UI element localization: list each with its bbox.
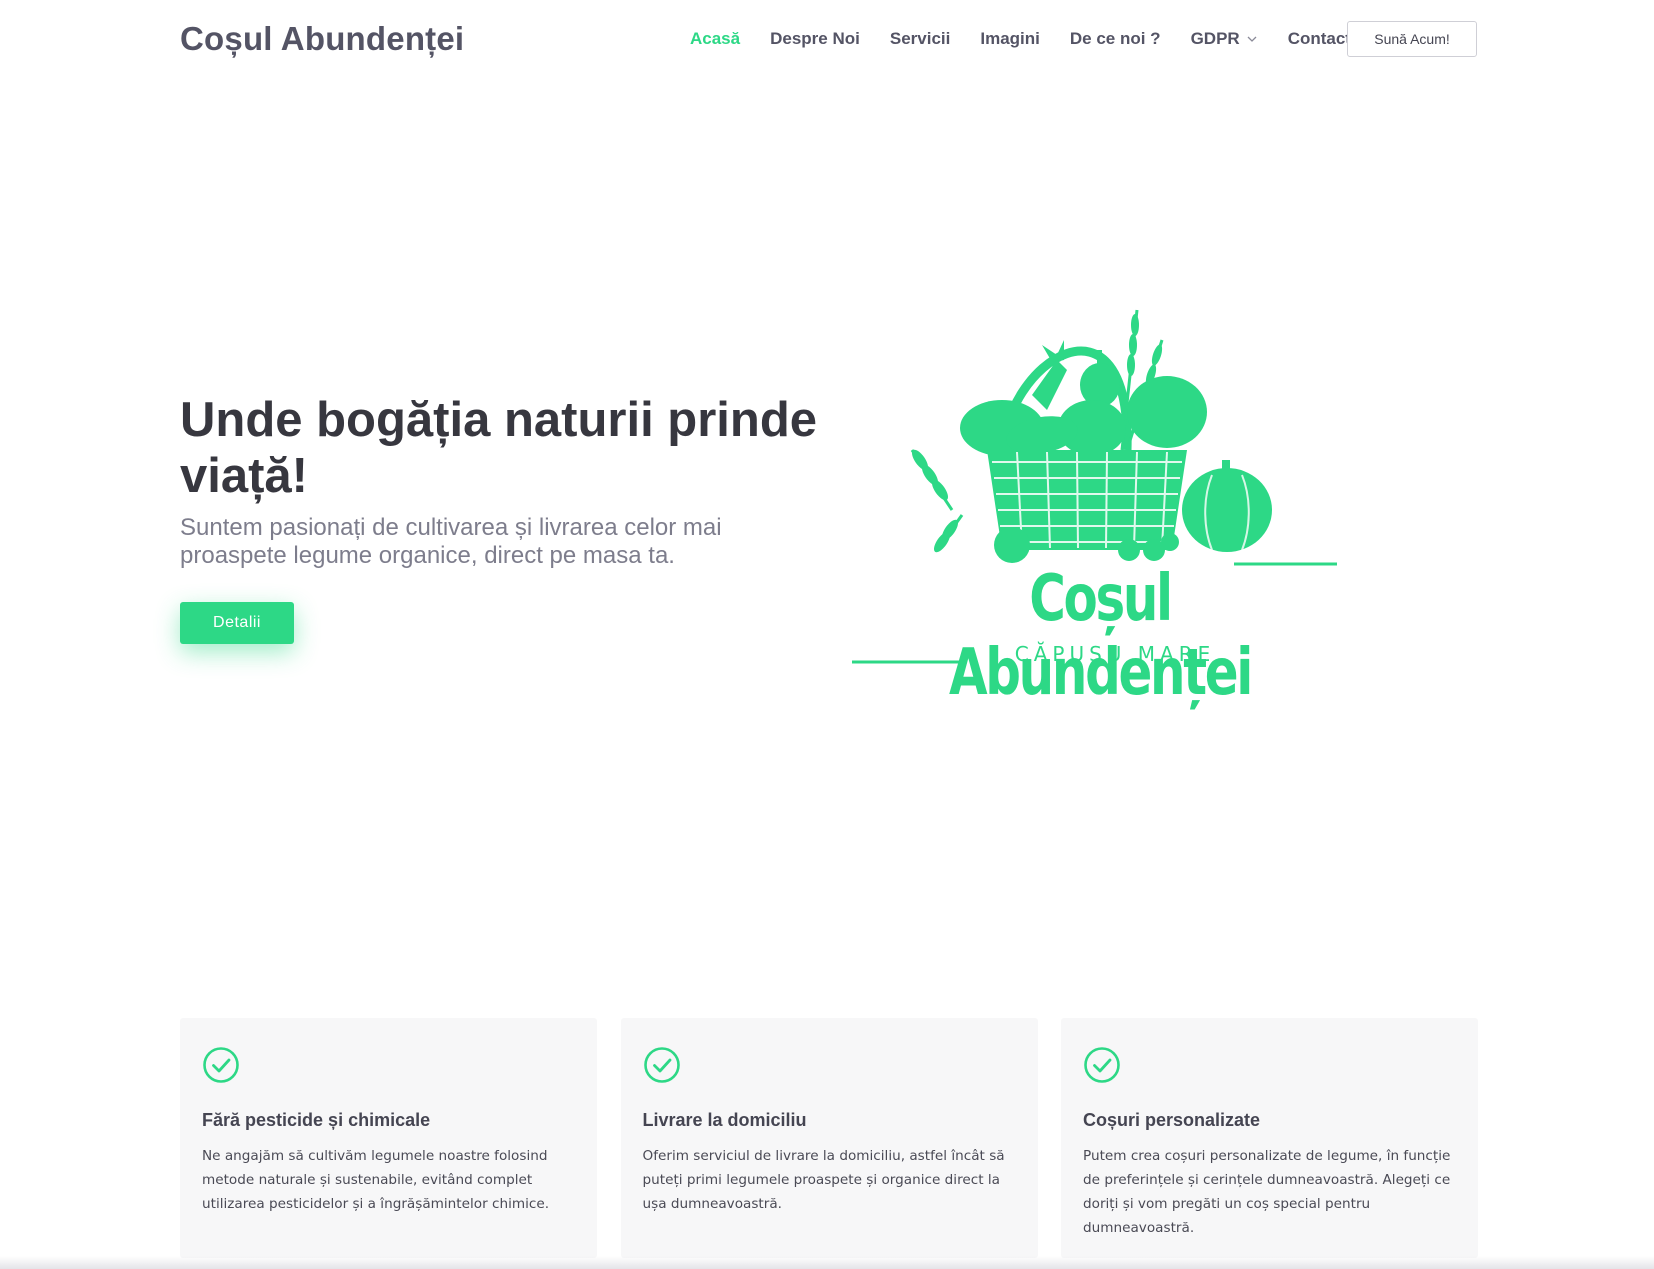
feature-text: Oferim serviciul de livrare la domiciliu… [642,1148,1005,1212]
chevron-down-icon [1247,36,1257,42]
nav-item-despre-noi[interactable]: Despre Noi [770,29,860,49]
nav-item-de-ce-noi[interactable]: De ce noi ? [1070,29,1161,49]
check-circle-icon [643,1047,680,1083]
details-button[interactable]: Detalii [180,602,294,644]
feature-title: Coșuri personalizate [1083,1110,1261,1130]
nav-item-acasa[interactable]: Acasă [690,29,740,49]
nav-item-label: Despre Noi [770,29,860,48]
nav-item-label: Contact [1287,29,1351,48]
call-now-button[interactable]: Sună Acum! [1347,21,1477,57]
hero-title: Unde bogăția naturii prinde viață! [180,393,818,503]
nav-item-gdpr[interactable]: GDPR [1191,29,1258,49]
nav-item-label: Imagini [980,29,1040,48]
nav-item-imagini[interactable]: Imagini [980,29,1040,49]
nav-item-servicii[interactable]: Servicii [890,29,951,49]
site-header: Coșul Abundenței Acasă Despre Noi Servic… [0,0,1654,78]
main-nav: Acasă Despre Noi Servicii Imagini De ce … [690,24,1381,54]
nav-item-label: Servicii [889,29,951,48]
check-circle-icon [203,1047,239,1083]
feature-card: Coșuri personalizate Putem crea coșuri p… [1061,1018,1478,1258]
feature-title: Fără pesticide și chimicale [202,1110,431,1130]
page: Coșul Abundenței Acasă Despre Noi Servic… [0,0,1654,1269]
nav-item-contact[interactable]: Contact [1288,29,1351,49]
site-brand[interactable]: Coșul Abundenței [180,18,464,60]
check-circle-icon [1084,1047,1120,1083]
nav-item-label: Acasă [690,29,741,48]
logo-place: CĂPUȘU MARE [1014,642,1216,666]
features-section: Fără pesticide și chimicale Ne angajăm s… [180,1018,1478,1269]
hero-subtitle: Suntem pasionați de cultivarea și livrar… [180,514,722,569]
brand-logo: Coșul Abundenței CĂPUȘU MARE [842,300,1362,710]
logo-name: Coșul Abundenței [948,562,1253,710]
feature-card: Fără pesticide și chimicale Ne angajăm s… [180,1018,597,1258]
feature-text: Ne angajăm să cultivăm legumele noastre … [202,1148,550,1212]
scroll-shadow [0,1256,1654,1269]
nav-item-label: GDPR [1190,29,1240,48]
feature-title: Livrare la domiciliu [642,1110,807,1130]
nav-item-label: De ce noi ? [1069,29,1161,48]
feature-text: Putem crea coșuri personalizate de legum… [1083,1148,1451,1236]
feature-card: Livrare la domiciliu Oferim serviciul de… [620,1018,1038,1258]
